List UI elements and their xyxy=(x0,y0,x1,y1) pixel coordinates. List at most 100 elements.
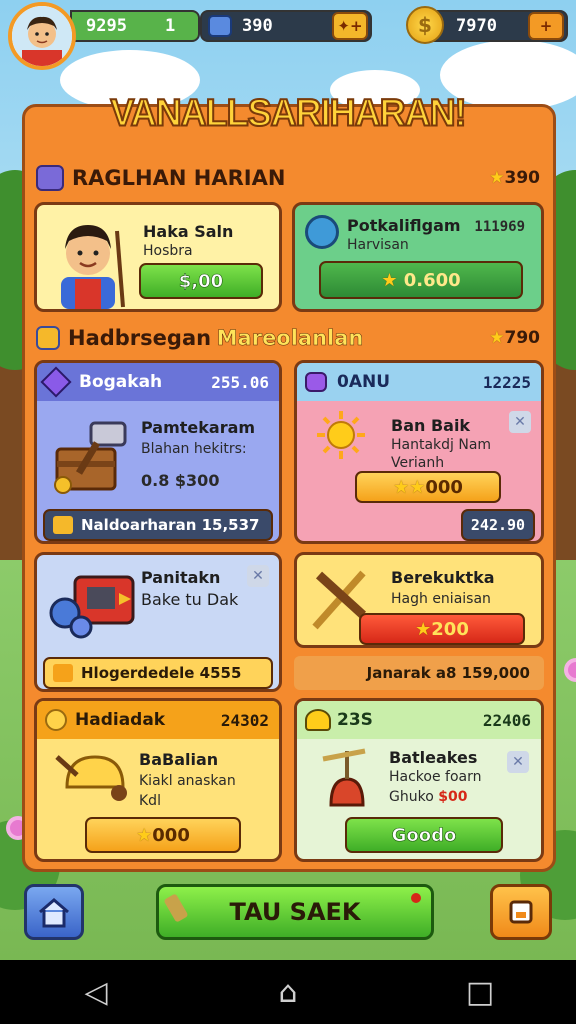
offer-4-desc1: Hantakdj Nam xyxy=(391,437,492,453)
star-icon: ★ xyxy=(381,269,398,291)
machine-art xyxy=(47,569,139,639)
offer-5-title: Panitakn xyxy=(141,568,221,587)
offer-7-head-value: 24302 xyxy=(220,710,269,730)
top-status-bar: 9295 1 390 ✦ + 7970 $ + xyxy=(0,0,576,52)
offer-7-desc1: Kiakl anaskan xyxy=(139,773,236,789)
offer-2-buy-button[interactable]: ★ 0.600 xyxy=(319,261,523,299)
offer-2-subtitle: Harvisan xyxy=(347,237,409,253)
offer-card-3[interactable]: Bogakah 255.06 Pamtekaram Blahan hekitrs… xyxy=(34,360,282,544)
broom-icon xyxy=(163,893,189,923)
star-icon: ★ xyxy=(489,168,505,188)
offer-8-desc1: Hackoe foarn xyxy=(389,769,482,785)
section-featured-label: Hadbrsegan xyxy=(68,326,212,350)
star-icon: ★ xyxy=(136,824,153,846)
close-icon[interactable]: ✕ xyxy=(509,411,531,433)
section-featured-header: Hadbrsegan Mareolanlan ★790 xyxy=(36,320,544,356)
offer-card-1[interactable]: Haka Saln Hosbra $,00 xyxy=(34,202,282,312)
player-avatar[interactable] xyxy=(8,2,76,70)
offer-4-buy-button[interactable]: ★★ 000 xyxy=(355,471,501,503)
golden-helmet-icon xyxy=(55,747,135,807)
add-tickets-button[interactable]: ✦ + xyxy=(332,12,368,40)
offer-8-title: Batleakes xyxy=(389,748,478,767)
offer-6-title: Berekuktka xyxy=(391,568,495,587)
offer-4-footer: 242.90 xyxy=(461,509,535,541)
inventory-button[interactable] xyxy=(490,884,552,940)
page-title: VANALLSARIHARAN! xyxy=(109,90,467,135)
player-face-icon xyxy=(12,6,72,66)
star-icon: ★ xyxy=(415,618,432,640)
offer-8-buy-button[interactable]: Goodo xyxy=(345,817,503,853)
coins-value: 7970 xyxy=(456,16,497,36)
offer-3-footer: Naldoarharan 15,537 xyxy=(43,509,273,541)
offer-3-desc: Blahan hekitrs: xyxy=(141,441,247,457)
offer-card-8[interactable]: 23S 22406 ✕ Batleakes Hackoe foarn Ghuko… xyxy=(294,698,544,862)
gems-value: 9295 xyxy=(86,16,127,36)
offer-card-7[interactable]: Hadiadak 24302 BaBalian Kiakl anaskan Kd… xyxy=(34,698,282,862)
section-featured-value: ★790 xyxy=(489,328,540,348)
offer-8-desc2-row: Ghuko $00 xyxy=(389,789,468,805)
section-daily-value: ★390 xyxy=(489,168,540,188)
offer-card-2[interactable]: Potkaliflgam Harvisan 111969 ★ 0.600 xyxy=(292,202,544,312)
play-button[interactable]: TAU SAEK xyxy=(156,884,434,940)
key-icon: ✦ xyxy=(337,17,350,35)
offer-6-desc: Hagh eniaisan xyxy=(391,591,491,607)
offer-card-6[interactable]: Berekuktka Hagh eniaisan ★ 200 xyxy=(294,552,544,648)
bag-icon xyxy=(509,900,533,924)
section-featured-accent: Mareolanlan xyxy=(216,326,364,351)
offer-4-head-value: 12225 xyxy=(482,372,531,392)
offer-7-title: BaBalian xyxy=(139,750,219,769)
offer-2-title: Potkaliflgam xyxy=(347,216,461,235)
close-icon[interactable]: ✕ xyxy=(507,751,529,773)
offer-card-5[interactable]: ✕ Panitakn Bake tu Dak Hlogerdedele 4555 xyxy=(34,552,282,692)
offer-3-price: 0.8 $300 xyxy=(141,471,220,490)
offer-7-desc2: Kdl xyxy=(139,793,161,809)
add-coins-button[interactable]: + xyxy=(528,12,564,40)
indicator-dot xyxy=(411,893,421,903)
home-nav-icon[interactable]: ⌂ xyxy=(258,975,318,1010)
offer-8-header: 23S 22406 xyxy=(297,701,541,739)
offer-5-desc: Bake tu Dak xyxy=(141,590,239,609)
offer-3-header: Bogakah 255.06 xyxy=(37,363,279,401)
hammer-chest-art xyxy=(51,415,133,495)
offer-5-footer: Hlogerdedele 4555 xyxy=(43,657,273,689)
summary-row: Janarak a8 159,000 xyxy=(294,656,544,690)
offer-4-header: 0ANU 12225 xyxy=(297,363,541,401)
ticket-icon xyxy=(208,15,232,37)
offer-7-header: Hadiadak 24302 xyxy=(37,701,279,739)
coin-icon: $ xyxy=(406,6,444,44)
gear-icon xyxy=(305,215,339,249)
character-portrait xyxy=(47,211,129,309)
star-icon: ★ xyxy=(489,328,505,348)
offer-card-4[interactable]: 0ANU 12225 ✕ Ban Baik Hantakdj Nam Veria… xyxy=(294,360,544,544)
section-daily-header: RAGLHAN HARIAN ★390 xyxy=(36,160,544,196)
close-icon[interactable]: ✕ xyxy=(247,565,269,587)
helmet-icon xyxy=(305,709,331,731)
potion-icon xyxy=(305,372,327,392)
level-value: 1 xyxy=(164,16,176,36)
offer-1-subtitle: Hosbra xyxy=(143,243,193,259)
offer-3-head-value: 255.06 xyxy=(211,372,269,392)
chest-icon xyxy=(36,326,60,350)
home-icon xyxy=(39,898,69,928)
offer-4-desc2: Verianh xyxy=(391,455,445,471)
offer-4-title: Ban Baik xyxy=(391,416,471,435)
crystal-icon xyxy=(40,366,72,398)
gems-counter: 9295 1 xyxy=(70,10,200,42)
offer-8-price: $00 xyxy=(438,789,468,805)
home-button[interactable] xyxy=(24,884,84,940)
offer-6-buy-button[interactable]: ★ 200 xyxy=(359,613,525,645)
bell-tool-icon xyxy=(317,745,377,811)
gem-box-icon xyxy=(53,664,73,682)
offer-1-buy-button[interactable]: $,00 xyxy=(139,263,263,299)
back-icon[interactable]: ◁ xyxy=(66,975,126,1010)
star-icon: ★★ xyxy=(393,476,426,498)
gem-box-icon xyxy=(53,516,73,534)
sun-icon xyxy=(315,409,367,461)
offer-7-buy-button[interactable]: ★ 000 xyxy=(85,817,241,853)
recents-icon[interactable]: □ xyxy=(450,975,510,1010)
offer-3-title: Pamtekaram xyxy=(141,418,256,437)
hat-icon xyxy=(36,165,64,191)
offer-2-value: 111969 xyxy=(474,219,525,235)
system-navigation-bar: ◁ ⌂ □ xyxy=(0,960,576,1024)
tickets-value: 390 xyxy=(242,16,273,36)
